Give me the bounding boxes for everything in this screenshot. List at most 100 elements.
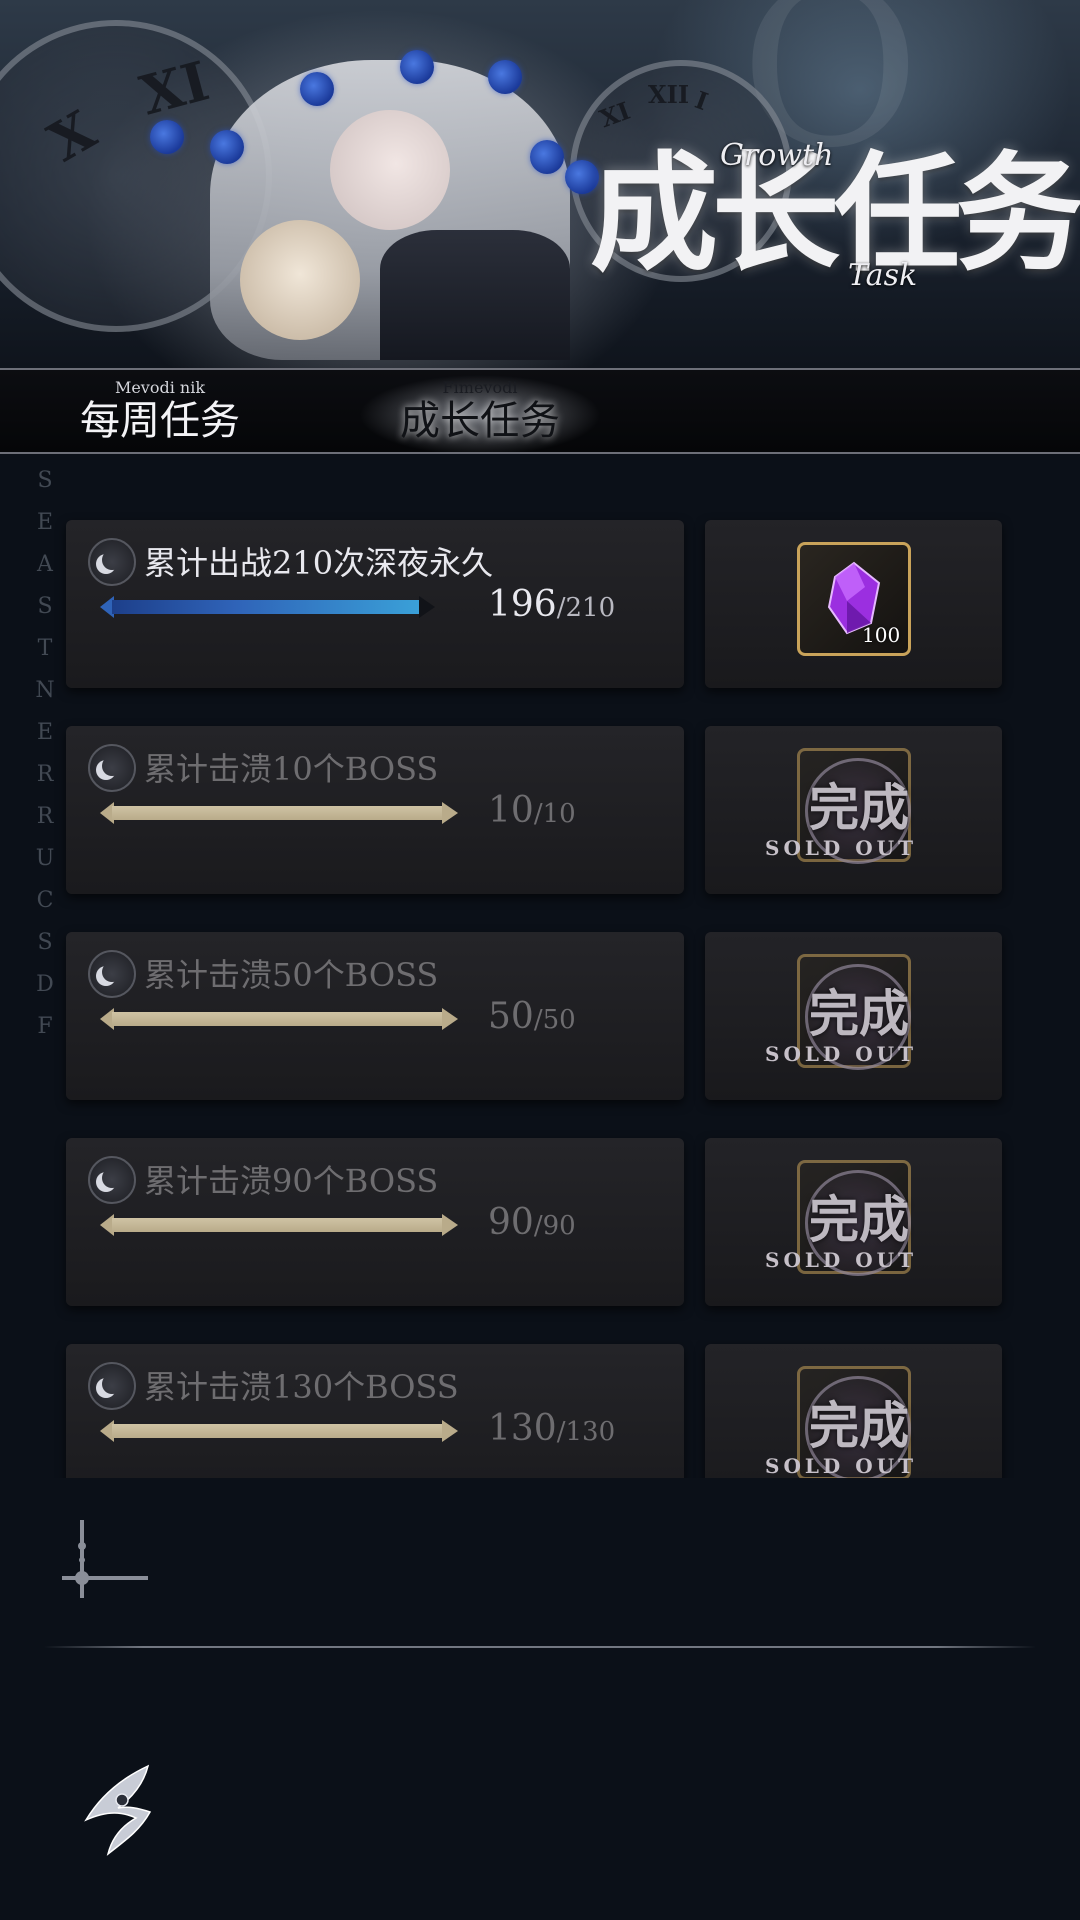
blue-rose-icon	[210, 130, 244, 164]
character-dress	[380, 230, 570, 360]
blue-rose-icon	[400, 50, 434, 84]
side-letter: R	[36, 762, 54, 787]
progress-text: 50/50	[488, 996, 576, 1037]
progress-current: 50	[488, 996, 534, 1037]
side-letter: A	[37, 552, 53, 577]
reward-count: 100	[862, 623, 901, 647]
clock-numeral: X	[37, 97, 107, 175]
character-face	[330, 110, 450, 230]
progress-text: 196/210	[488, 584, 615, 625]
progress-max: /90	[533, 1211, 576, 1241]
moon-icon	[88, 744, 136, 792]
tab-weekly-tasks[interactable]: Mevodi nik 每周任务	[60, 370, 260, 452]
tab-label: 成长任务	[400, 398, 560, 444]
tab-bar: Mevodi nik 每周任务 Fimevodi 成长任务	[0, 368, 1080, 454]
moon-icon	[88, 538, 136, 586]
side-letter: S	[37, 594, 53, 619]
progress-current: 130	[488, 1408, 557, 1449]
completed-stamp: 完成 SOLD OUT	[765, 1170, 945, 1280]
progress-text: 130/130	[488, 1408, 615, 1449]
task-label: 累计击溃130个BOSS	[144, 1368, 459, 1406]
ornament-cross-icon	[62, 1520, 148, 1598]
side-letter: D	[36, 972, 54, 997]
clock-numeral: XI	[595, 95, 634, 134]
stamp-text-cn: 完成	[809, 1190, 909, 1249]
side-letter: S	[37, 468, 53, 493]
completed-stamp: 完成 SOLD OUT	[765, 758, 945, 868]
task-card: 累计击溃130个BOSS 130/130	[66, 1344, 684, 1478]
stamp-text-cn: 完成	[809, 1396, 909, 1455]
stamp-text-cn: 完成	[809, 778, 909, 837]
moon-icon	[88, 1156, 136, 1204]
blue-rose-icon	[300, 72, 334, 106]
progress-text: 90/90	[488, 1202, 576, 1243]
progress-bar-head	[442, 1008, 458, 1030]
back-wing-icon[interactable]	[78, 1760, 158, 1860]
progress-bar-fill	[112, 1424, 442, 1438]
progress-bar	[100, 1008, 460, 1030]
blue-rose-icon	[488, 60, 522, 94]
page-title-en-task: Task	[848, 258, 918, 293]
task-label: 累计击溃10个BOSS	[144, 750, 439, 788]
reward-card: 完成 SOLD OUT	[705, 726, 1002, 894]
page-title-cn: 成长任务	[590, 139, 1080, 289]
blue-rose-icon	[530, 140, 564, 174]
side-vertical-text: S E A S T N E R R U C S D F	[30, 460, 60, 1048]
task-label: 累计击溃90个BOSS	[144, 1162, 439, 1200]
moon-icon	[88, 1362, 136, 1410]
progress-max: /50	[533, 1005, 576, 1035]
reward-card: 完成 SOLD OUT	[705, 932, 1002, 1100]
stamp-text-en: SOLD OUT	[765, 1454, 917, 1478]
progress-bar-head	[442, 802, 458, 824]
clock-numeral: XII	[648, 80, 690, 109]
side-letter: F	[37, 1014, 53, 1039]
progress-bar	[100, 1214, 460, 1236]
task-card: 累计击溃10个BOSS 10/10	[66, 726, 684, 894]
progress-current: 10	[488, 790, 534, 831]
tab-label: 每周任务	[80, 398, 240, 444]
blue-rose-icon	[150, 120, 184, 154]
side-letter: R	[36, 804, 54, 829]
divider-line	[44, 1646, 1036, 1648]
tab-sublabel: Mevodi nik	[114, 378, 206, 397]
completed-stamp: 完成 SOLD OUT	[765, 964, 945, 1074]
reward-card: 完成 SOLD OUT	[705, 1344, 1002, 1478]
task-list-clip: 累计击溃130个BOSS 130/130 完成 SOLD OUT	[0, 1340, 1080, 1478]
progress-max: /10	[533, 799, 576, 829]
progress-bar-head	[442, 1214, 458, 1236]
progress-bar-head	[442, 1420, 458, 1442]
page-title: 成长任务 Growth Task	[590, 138, 1080, 320]
teddy-bear-illustration	[240, 220, 360, 340]
stamp-text-en: SOLD OUT	[765, 1042, 917, 1066]
reward-card[interactable]: 100	[705, 520, 1002, 688]
progress-bar	[100, 802, 460, 824]
progress-max: /130	[556, 1417, 616, 1447]
stamp-text-cn: 完成	[809, 984, 909, 1043]
task-card: 累计击溃90个BOSS 90/90	[66, 1138, 684, 1306]
progress-current: 90	[488, 1202, 534, 1243]
task-label: 累计击溃50个BOSS	[144, 956, 439, 994]
header-banner: O X XI XI XII I 成长任务 Growth Task	[0, 0, 1080, 368]
task-label: 累计出战210次深夜永久	[144, 544, 494, 582]
progress-bar-fill	[112, 806, 442, 820]
progress-bar-head	[419, 596, 435, 618]
moon-icon	[88, 950, 136, 998]
progress-bar-fill	[112, 600, 419, 614]
tab-growth-tasks[interactable]: Fimevodi 成长任务	[340, 370, 620, 452]
progress-current: 196	[488, 584, 557, 625]
tab-sublabel: Fimevodi	[442, 378, 518, 397]
side-letter: N	[35, 678, 55, 703]
reward-item[interactable]: 100	[797, 542, 911, 656]
page-title-en-growth: Growth	[720, 138, 834, 173]
progress-text: 10/10	[488, 790, 576, 831]
side-letter: S	[37, 930, 53, 955]
clock-numeral: I	[691, 84, 712, 117]
side-letter: C	[36, 888, 54, 913]
progress-bar	[100, 1420, 460, 1442]
completed-stamp: 完成 SOLD OUT	[765, 1376, 945, 1478]
task-card: 累计出战210次深夜永久 196/210	[66, 520, 684, 688]
stamp-text-en: SOLD OUT	[765, 836, 917, 860]
clock-numeral: XI	[133, 48, 216, 128]
progress-bar-fill	[112, 1012, 442, 1026]
side-letter: U	[35, 846, 55, 871]
